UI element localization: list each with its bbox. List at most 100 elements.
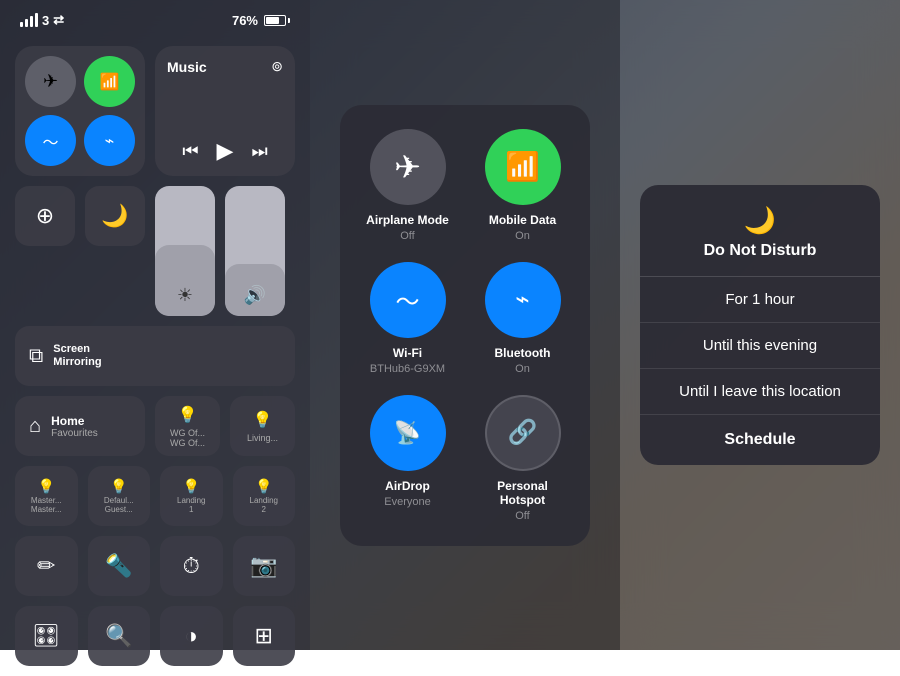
scene-default-icon: 💡 [110,478,127,495]
screen-mirroring-icon: ⧉ [29,345,43,368]
bluetooth-label: Bluetooth [495,346,551,360]
airdrop-airdrop-item[interactable]: 📡 AirDrop Everyone [360,395,455,522]
wifi-label: Wi-Fi [393,346,422,360]
airplane-mode-sublabel: Off [400,230,414,242]
brightness-slider[interactable]: ☀ [155,186,215,316]
airplane-mode-btn[interactable]: ✈ [25,56,76,107]
camera-icon: 📷 [250,553,277,579]
light-wg-btn[interactable]: 💡 WG Of...WG Of... [155,396,220,456]
scene-landing1-icon: 💡 [183,478,200,495]
light-wg-label: WG Of...WG Of... [170,428,205,448]
light-living-btn[interactable]: 💡 Living... [230,396,295,456]
music-controls: ⏮ ▶ ⏭ [167,138,283,164]
qr-icon: ⊞ [255,623,273,649]
torch-icon: 🔦 [105,553,132,579]
magnifier-btn[interactable]: 🔍 [88,606,151,666]
scene-landing1-label: Landing1 [177,497,205,515]
scene-default-btn[interactable]: 💡 Defaul...Guest... [88,466,151,526]
airdrop-mobile-btn[interactable]: 📶 [485,129,561,205]
notes-icon: ✏ [37,553,55,579]
row-5: 💡 Master...Master... 💡 Defaul...Guest...… [15,466,295,526]
wifi-sublabel: BTHub6-G9XM [370,363,445,375]
airdrop-panel: ✈ Airplane Mode Off 📶 Mobile Data On 〜 W… [310,0,620,650]
qr-btn[interactable]: ⊞ [233,606,296,666]
airdrop-hotspot-item[interactable]: 🔗 Personal Hotspot Off [475,395,570,522]
do-not-disturb-btn[interactable]: 🌙 [85,186,145,246]
dnd-option-1hour[interactable]: For 1 hour [640,277,880,323]
dnd-header: 🌙 Do Not Disturb [640,185,880,276]
volume-slider[interactable]: 🔊 [225,186,285,316]
airdrop-airplane-item[interactable]: ✈ Airplane Mode Off [360,129,455,242]
mobile-data-icon2: 📶 [505,150,540,183]
wifi-icon2: 〜 [396,282,420,317]
signal-bars [20,13,38,27]
timer-btn[interactable]: ⏱ [160,536,223,596]
music-tile[interactable]: Music ⊚ ⏮ ▶ ⏭ [155,46,295,176]
mobile-data-btn[interactable]: 📶 [84,56,135,107]
status-bar: 3 ⇄ 76% [0,0,310,36]
bluetooth-icon2: ⌁ [515,285,529,314]
bluetooth-sublabel: On [515,363,530,375]
wifi-btn[interactable]: 〜 [25,115,76,166]
airplane-icon: ✈ [43,71,58,92]
mobile-data-sublabel: On [515,230,530,242]
prev-track-btn[interactable]: ⏮ [182,141,198,162]
next-track-btn[interactable]: ⏭ [251,141,267,162]
screen-mirroring-btn[interactable]: ⧉ ScreenMirroring [15,326,295,386]
airdrop-airplane-btn[interactable]: ✈ [370,129,446,205]
camera-btn[interactable]: 📷 [233,536,296,596]
home-title: Home [51,414,98,428]
notes-btn[interactable]: ✏ [15,536,78,596]
row-4: ⌂ Home Favourites 💡 WG Of...WG Of... 💡 L… [15,396,295,456]
airdrop-wifi-btn[interactable]: 〜 [370,262,446,338]
airdrop-hotspot-btn[interactable]: 🔗 [485,395,561,471]
volume-icon: 🔊 [244,285,266,306]
torch-btn[interactable]: 🔦 [88,536,151,596]
battery-icon [264,15,290,26]
airdrop-icon: 📡 [394,420,421,446]
light-wg-icon: 💡 [178,405,198,425]
dnd-panel: 🌙 Do Not Disturb For 1 hour Until this e… [620,0,900,650]
music-header: Music ⊚ [167,58,283,75]
hotspot-icon: 🔗 [508,418,538,447]
hotspot-label: Personal Hotspot [475,479,570,507]
airplane-mode-label: Airplane Mode [366,213,449,227]
invert-btn[interactable]: ◑ [160,606,223,666]
wifi-icon: 〜 [42,129,58,153]
magnifier-icon: 🔍 [105,623,132,649]
screen-lock-icon: ⊕ [36,203,54,229]
airdrop-bluetooth-btn[interactable]: ⌁ [485,262,561,338]
hotspot-sublabel: Off [515,510,529,522]
airdrop-bluetooth-item[interactable]: ⌁ Bluetooth On [475,262,570,375]
connectivity-tile[interactable]: ✈ 📶 〜 ⌁ [15,46,145,176]
bluetooth-btn[interactable]: ⌁ [84,115,135,166]
remote-btn[interactable]: 🎛 [15,606,78,666]
dnd-moon-icon: 🌙 [744,205,776,236]
airdrop-airdrop-btn[interactable]: 📡 [370,395,446,471]
dnd-schedule-btn[interactable]: Schedule [640,415,880,465]
bluetooth-icon: ⌁ [105,131,115,151]
light-living-label: Living... [247,433,278,443]
scene-landing2-label: Landing2 [250,497,278,515]
dnd-option-location[interactable]: Until I leave this location [640,369,880,415]
scene-landing1-btn[interactable]: 💡 Landing1 [160,466,223,526]
scene-master-icon: 💡 [38,478,55,495]
scene-landing2-btn[interactable]: 💡 Landing2 [233,466,296,526]
controls-grid: ✈ 📶 〜 ⌁ Music ⊚ ⏮ ▶ [0,36,310,676]
play-pause-btn[interactable]: ▶ [217,138,234,164]
home-btn[interactable]: ⌂ Home Favourites [15,396,145,456]
row-2: ⊕ 🌙 ☀ 🔊 [15,186,295,316]
airplay-icon[interactable]: ⊚ [271,58,283,75]
screen-lock-btn[interactable]: ⊕ [15,186,75,246]
timer-icon: ⏱ [183,553,200,579]
brightness-icon: ☀ [177,285,193,306]
dnd-option-evening[interactable]: Until this evening [640,323,880,369]
scene-master-btn[interactable]: 💡 Master...Master... [15,466,78,526]
mobile-data-icon: 📶 [100,72,120,92]
airdrop-mobile-item[interactable]: 📶 Mobile Data On [475,129,570,242]
mobile-data-label: Mobile Data [489,213,556,227]
control-center-panel: 3 ⇄ 76% ✈ 📶 〜 [0,0,310,650]
light-living-icon: 💡 [253,410,273,430]
airdrop-wifi-item[interactable]: 〜 Wi-Fi BTHub6-G9XM [360,262,455,375]
airplane-mode-icon: ✈ [394,148,421,186]
